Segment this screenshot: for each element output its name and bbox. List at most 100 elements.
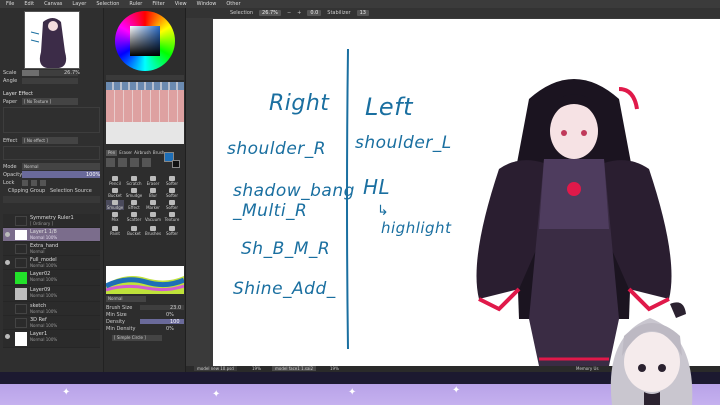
zoom-tool-icon[interactable]	[142, 158, 151, 167]
tool-button[interactable]: Softer	[163, 176, 181, 186]
lock-alpha-icon[interactable]	[31, 180, 37, 186]
tool-button[interactable]: Scratch	[125, 176, 143, 186]
navigator-thumbnail[interactable]	[24, 11, 80, 69]
note-multi-r: _Multi_R	[233, 201, 308, 221]
sub-color-swatch[interactable]	[172, 160, 180, 168]
note-highlight: highlight	[381, 219, 452, 237]
tool-button[interactable]: Marker	[144, 200, 162, 210]
layer-row[interactable]: Layer09 Normal 100%	[3, 286, 100, 302]
tool-button[interactable]: Bucket	[125, 226, 143, 236]
tool-button-selected[interactable]: Smudge	[106, 200, 124, 210]
angle-slider[interactable]	[22, 78, 78, 84]
eye-icon[interactable]	[5, 334, 10, 339]
canvas-toolbar: Selection 26.7% − + 0.0 Stabilizer 13	[186, 8, 720, 18]
menu-file[interactable]: File	[6, 1, 14, 7]
min-density-value: 0%	[166, 326, 174, 332]
tab-eraser[interactable]: Eraser	[119, 150, 132, 156]
effect-options-box	[3, 146, 100, 160]
tool-button[interactable]: Softer	[163, 188, 181, 198]
mode-select[interactable]: Normal	[22, 163, 100, 170]
selection-source-checkbox[interactable]: Selection Source	[50, 188, 92, 194]
layer-row[interactable]: Extra_hand Normal	[3, 242, 100, 256]
color-wheel[interactable]	[115, 11, 175, 71]
tab-file-1[interactable]: model new 10.psd	[194, 366, 237, 371]
eye-icon[interactable]	[5, 260, 10, 265]
tool-button[interactable]: Texture	[163, 212, 181, 222]
zoom-out-icon[interactable]: −	[287, 10, 291, 16]
layer-buttons-bar	[3, 196, 100, 203]
tab-file-2-zoom: 19%	[330, 366, 339, 371]
min-size-value: 0%	[166, 312, 174, 318]
effect-select[interactable]: [ No effect ]	[22, 137, 78, 144]
tool-icons-row	[106, 158, 162, 168]
tool-button[interactable]: Mix	[106, 212, 124, 222]
rotation-field[interactable]: 0.0	[307, 10, 322, 16]
paper-select[interactable]: [ No Texture ]	[22, 98, 78, 105]
lock-pos-icon[interactable]	[40, 180, 46, 186]
lock-icon[interactable]	[22, 180, 28, 186]
swatches[interactable]	[106, 82, 184, 144]
menu-edit[interactable]: Edit	[24, 1, 34, 7]
layer-row[interactable]: Layer1 Normal 100%	[3, 330, 100, 348]
tab-file-2[interactable]: model face1 1.sai2	[272, 366, 317, 371]
menu-canvas[interactable]: Canvas	[44, 1, 62, 7]
layer-row[interactable]: sketch Normal 100%	[3, 302, 100, 316]
opacity-label: Opacity	[3, 172, 23, 178]
tool-button[interactable]: Smudge	[125, 188, 143, 198]
menu-filter[interactable]: Filter	[152, 1, 164, 7]
layer-row[interactable]: Symmetry Ruler1[ Ordinary ]	[3, 214, 100, 228]
tab-pen[interactable]: Pen	[106, 150, 118, 156]
menu-view[interactable]: View	[175, 1, 187, 7]
note-hl: HL	[363, 175, 391, 199]
tool-button[interactable]: Effect	[125, 200, 143, 210]
stabilizer-select[interactable]: 13	[356, 10, 369, 16]
eye-icon[interactable]	[5, 232, 10, 237]
menu-selection[interactable]: Selection	[96, 1, 119, 7]
layer-row[interactable]: Full_model Normal 100%	[3, 256, 100, 270]
tool-button[interactable]: Softer	[163, 200, 181, 210]
brush-size-label: Brush Size	[106, 305, 133, 311]
paper-label: Paper	[3, 99, 18, 105]
menu-layer[interactable]: Layer	[72, 1, 86, 7]
tool-button[interactable]: Scatter	[125, 212, 143, 222]
sparkle-icon: ✦	[348, 387, 357, 398]
vtuber-avatar	[610, 302, 693, 405]
tool-button[interactable]: Blur	[144, 188, 162, 198]
tab-brush[interactable]: Brush	[153, 150, 165, 156]
scale-label: Scale	[3, 70, 17, 76]
tool-panel: Pen Eraser Airbrush Brush Pencil Scratch…	[104, 8, 186, 378]
pen-tool-icon[interactable]	[106, 158, 115, 167]
tool-button[interactable]: Paint	[106, 226, 124, 236]
tool-button[interactable]: Vacuum	[144, 212, 162, 222]
layer-row[interactable]: 3D Ref Normal 100%	[3, 316, 100, 330]
menu-other[interactable]: Other	[226, 1, 240, 7]
brush-preview	[104, 266, 186, 294]
hand-tool-icon[interactable]	[130, 158, 139, 167]
layer-row[interactable]: Layer02 Normal 100%	[3, 270, 100, 286]
menu-ruler[interactable]: Ruler	[129, 1, 142, 7]
tool-button[interactable]: Bucket	[106, 188, 124, 198]
layer-row-selected[interactable]: Layer1 1/8 Normal 100%	[3, 228, 100, 242]
tab-airbrush[interactable]: Airbrush	[134, 150, 151, 156]
clipping-group-checkbox[interactable]: Clipping Group	[8, 188, 45, 194]
note-right: Right	[269, 91, 330, 116]
left-panel: Scale 26.7% Angle Layer Effect Paper [ N…	[0, 8, 104, 372]
selection-tool-icon[interactable]	[118, 158, 127, 167]
zoom-field[interactable]: 26.7%	[259, 10, 281, 16]
tool-button[interactable]: Pencil	[106, 176, 124, 186]
opacity-value: 100%	[86, 172, 101, 178]
layer-effect-header: Layer Effect	[3, 91, 33, 97]
min-density-label: Min Density	[106, 326, 136, 332]
tool-button[interactable]: Softer	[163, 226, 181, 236]
zoom-in-icon[interactable]: +	[297, 10, 301, 16]
tool-button[interactable]: Eraser	[144, 176, 162, 186]
brush-mode-select[interactable]: Normal	[106, 296, 146, 302]
tool-button[interactable]: Brushes	[144, 226, 162, 236]
brush-shape-select[interactable]: [ Simple Circle ]	[112, 335, 162, 341]
color-square[interactable]	[130, 26, 160, 56]
lock-label: Lock	[3, 180, 15, 186]
menu-window[interactable]: Window	[197, 1, 217, 7]
note-shoulder-r: shoulder_R	[227, 139, 327, 159]
note-sh-b-m-r: Sh_B_M_R	[241, 239, 331, 259]
lock-icons[interactable]	[22, 180, 62, 186]
